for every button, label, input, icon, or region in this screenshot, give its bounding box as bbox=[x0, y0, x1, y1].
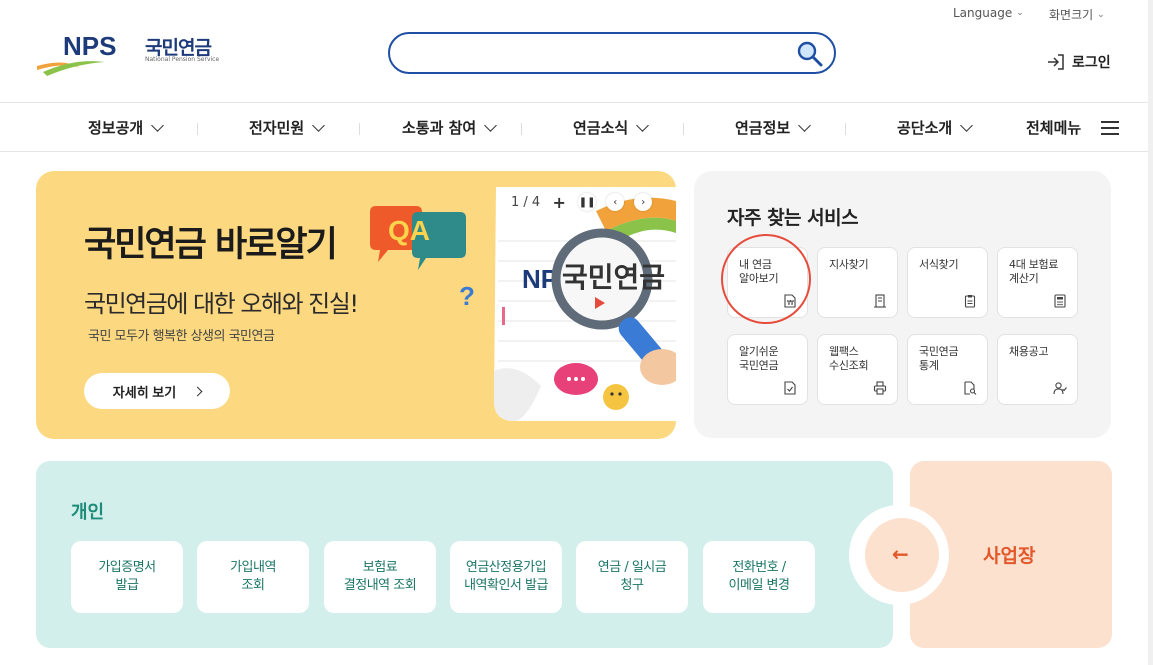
logo-swoosh-icon: NPS bbox=[37, 31, 116, 76]
document-search-icon bbox=[964, 381, 977, 395]
personal-button-pension-claim[interactable]: 연금 / 일시금 청구 bbox=[576, 541, 688, 613]
service-label: 지사찾기 bbox=[829, 258, 869, 271]
chevron-down-icon bbox=[636, 118, 650, 132]
pause-icon[interactable]: ❚❚ bbox=[578, 193, 597, 211]
service-form-finder[interactable]: 서식찾기 bbox=[907, 247, 988, 318]
banner-pager: 1 / 4 + ❚❚ ‹ › bbox=[511, 193, 653, 212]
service-recruitment[interactable]: 채용공고 bbox=[997, 334, 1078, 405]
language-label: Language bbox=[953, 6, 1013, 20]
nav-label: 연금소식 bbox=[573, 119, 629, 137]
hero-banner[interactable]: 국민연금 바로알기 QA 국민연금에 대한 오해와 진실! ? 국민 모두가 행… bbox=[36, 171, 676, 439]
font-size-label: 화면크기 bbox=[1049, 8, 1094, 22]
service-label: 채용공고 bbox=[1009, 345, 1049, 358]
banner-description: 국민 모두가 행복한 상생의 국민연금 bbox=[88, 329, 275, 344]
user-check-icon bbox=[1053, 382, 1067, 395]
login-label: 로그인 bbox=[1072, 55, 1111, 71]
pager-count: 1 / 4 bbox=[511, 194, 541, 210]
service-my-pension[interactable]: 내 연금 알아보기 ₩ bbox=[727, 247, 808, 318]
calculator-icon bbox=[1054, 294, 1066, 308]
all-menu-label: 전체메뉴 bbox=[1026, 119, 1082, 137]
won-document-icon: ₩ bbox=[784, 294, 796, 308]
svg-text:₩: ₩ bbox=[787, 299, 794, 307]
personal-button-contact-change[interactable]: 전화번호 / 이메일 변경 bbox=[703, 541, 815, 613]
nav-label: 공단소개 bbox=[897, 119, 953, 137]
chevron-left-icon[interactable]: ‹ bbox=[606, 193, 625, 211]
page-scrollbar[interactable] bbox=[1148, 0, 1153, 665]
building-icon bbox=[874, 294, 886, 308]
nav-divider bbox=[359, 123, 360, 135]
art-magnified-text: 국민연금 bbox=[562, 262, 665, 293]
search-input[interactable] bbox=[408, 42, 788, 64]
service-insurance-calculator[interactable]: 4대 보험료 계산기 bbox=[997, 247, 1078, 318]
nav-label: 정보공개 bbox=[88, 119, 144, 137]
chevron-down-icon bbox=[960, 118, 974, 132]
personal-button-premium-decision[interactable]: 보험료 결정내역 조회 bbox=[324, 541, 436, 613]
chevron-down-icon: ⌄ bbox=[1097, 9, 1105, 20]
chevron-down-icon bbox=[798, 118, 812, 132]
personal-title: 개인 bbox=[71, 502, 105, 523]
hamburger-icon bbox=[1101, 120, 1120, 135]
service-branch-finder[interactable]: 지사찾기 bbox=[817, 247, 898, 318]
nav-label: 전자민원 bbox=[249, 119, 305, 137]
language-selector[interactable]: Language ⌄ bbox=[953, 6, 1024, 20]
printer-icon bbox=[873, 381, 887, 395]
service-label: 4대 보험료 계산기 bbox=[1009, 258, 1059, 285]
nav-divider bbox=[683, 123, 684, 135]
nav-item-e-civil-service[interactable]: 전자민원 bbox=[249, 117, 326, 138]
nav-item-about[interactable]: 공단소개 bbox=[897, 117, 974, 138]
nav-divider bbox=[197, 123, 198, 135]
service-label: 서식찾기 bbox=[919, 258, 959, 271]
document-check-icon bbox=[784, 381, 796, 395]
nav-item-info-disclosure[interactable]: 정보공개 bbox=[88, 117, 165, 138]
nav-divider bbox=[521, 123, 522, 135]
all-menu-button[interactable]: 전체메뉴 bbox=[1026, 117, 1120, 138]
chevron-down-icon bbox=[484, 118, 498, 132]
detail-view-button[interactable]: 자세히 보기 bbox=[84, 373, 230, 409]
logo-abbr: NPS bbox=[63, 31, 116, 61]
nav-item-pension-news[interactable]: 연금소식 bbox=[573, 117, 650, 138]
service-label: 웹팩스 수신조회 bbox=[829, 345, 869, 372]
arrow-left-icon: ← bbox=[892, 542, 909, 566]
personal-button-enrollment-history[interactable]: 가입내역 조회 bbox=[197, 541, 309, 613]
chevron-down-icon bbox=[151, 118, 165, 132]
frequent-services-panel: 자주 찾는 서비스 내 연금 알아보기 ₩ 지사찾기 서식찾기 4대 보험료 계… bbox=[694, 171, 1111, 438]
banner-title: 국민연금 바로알기 bbox=[84, 225, 338, 265]
service-label: 알기쉬운 국민연금 bbox=[739, 345, 779, 372]
service-easy-pension[interactable]: 알기쉬운 국민연금 bbox=[727, 334, 808, 405]
chevron-right-icon[interactable]: › bbox=[634, 193, 653, 211]
nav-label: 소통과 참여 bbox=[402, 119, 477, 137]
login-icon bbox=[1048, 54, 1064, 70]
chevron-down-icon bbox=[312, 118, 326, 132]
business-label: 사업장 bbox=[983, 545, 1036, 567]
services-title: 자주 찾는 서비스 bbox=[727, 207, 859, 229]
nav-label: 연금정보 bbox=[735, 119, 791, 137]
service-label: 내 연금 알아보기 bbox=[739, 258, 779, 285]
nav-item-pension-info[interactable]: 연금정보 bbox=[735, 117, 812, 138]
service-pension-statistics[interactable]: 국민연금 통계 bbox=[907, 334, 988, 405]
personal-button-enrollment-certificate[interactable]: 가입증명서 발급 bbox=[71, 541, 183, 613]
clipboard-icon bbox=[964, 295, 976, 308]
service-label: 국민연금 통계 bbox=[919, 345, 959, 372]
banner-subtitle: 국민연금에 대한 오해와 진실! bbox=[84, 290, 359, 318]
logo-english: National Pension Service bbox=[145, 56, 220, 63]
chevron-down-icon: ⌄ bbox=[1016, 8, 1024, 18]
chevron-right-icon bbox=[192, 386, 203, 396]
magnifier-illustration: NPS 국민연금 bbox=[494, 187, 676, 421]
plus-icon[interactable]: + bbox=[550, 193, 568, 212]
search-icon[interactable] bbox=[796, 40, 824, 68]
nav-divider bbox=[845, 123, 846, 135]
search-bar bbox=[388, 32, 836, 74]
personal-services-panel: 개인 가입증명서 발급 가입내역 조회 보험료 결정내역 조회 연금산정용가입 … bbox=[36, 461, 893, 648]
font-size-selector[interactable]: 화면크기 ⌄ bbox=[1049, 6, 1105, 23]
personal-button-calculation-certificate[interactable]: 연금산정용가입 내역확인서 발급 bbox=[450, 541, 562, 613]
main-navigation: 정보공개 전자민원 소통과 참여 연금소식 연금정보 공단소개 전체메뉴 bbox=[0, 102, 1148, 152]
login-link[interactable]: 로그인 bbox=[1046, 52, 1111, 72]
service-webfax[interactable]: 웹팩스 수신조회 bbox=[817, 334, 898, 405]
detail-view-label: 자세히 보기 bbox=[112, 384, 177, 400]
nav-item-communication[interactable]: 소통과 참여 bbox=[402, 117, 498, 138]
